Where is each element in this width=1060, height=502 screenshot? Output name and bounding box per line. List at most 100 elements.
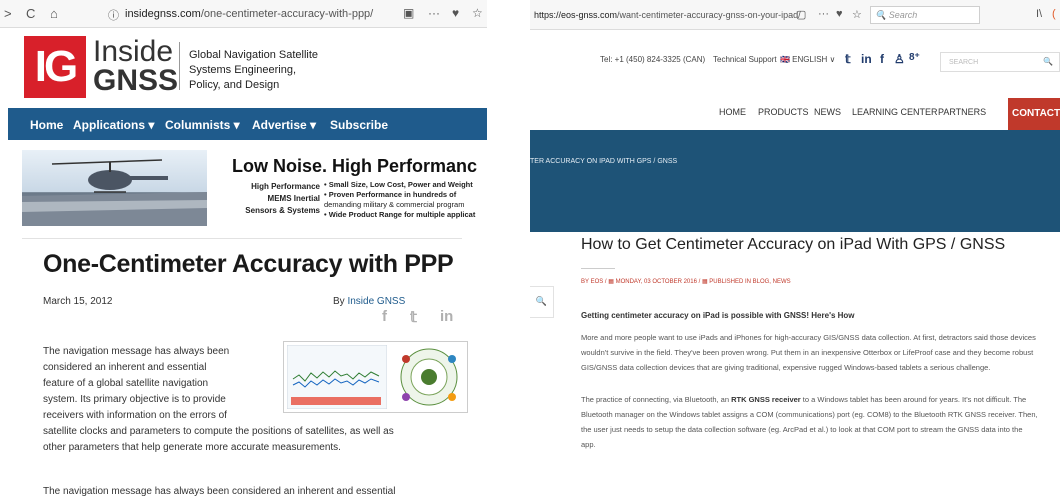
paragraph-line: considered an inherent and essential [43, 362, 207, 373]
account-icon[interactable]: ( [1052, 8, 1056, 20]
sidebar-search-button[interactable]: 🔍 [530, 286, 554, 318]
article-paragraph-continued: satellite clocks and parameters to compu… [43, 424, 468, 456]
figure-diagram [400, 348, 458, 406]
nav-partners[interactable]: PARTNERS [938, 107, 986, 117]
url-domain: insidegnss.com [125, 8, 201, 20]
breadcrumb: TER ACCURACY ON IPAD WITH GPS / GNSS [530, 158, 678, 165]
article-paragraph: The navigation message has always been c… [43, 344, 278, 424]
paragraph-text: to a Windows tablet has been around for … [800, 395, 1027, 404]
google-plus-icon[interactable]: 8⁺ [909, 52, 920, 63]
pocket-icon[interactable]: ♥ [452, 6, 459, 20]
url-domain: https://eos-gnss.com [534, 10, 618, 20]
article-byline: By Inside GNSS [333, 296, 405, 307]
twitter-icon[interactable]: 𝕥 [845, 52, 851, 66]
url-bar[interactable]: insidegnss.com/one-centimeter-accuracy-w… [125, 8, 373, 20]
ad-bullet: • Small Size, Low Cost, Power and Weight [324, 180, 473, 189]
tagline-line: Systems Engineering, [189, 64, 296, 76]
browser-search-input[interactable]: 🔍 Search [870, 6, 980, 24]
info-icon[interactable]: ⓘ [108, 7, 119, 23]
figure-time-series [287, 345, 387, 409]
reader-icon[interactable]: ▣ [403, 6, 414, 20]
paragraph-text: The practice of connecting, via Bluetoot… [581, 395, 732, 404]
tagline-line: Policy, and Design [189, 79, 280, 91]
menu-home[interactable]: Home [30, 118, 63, 132]
ig-logo-mark[interactable]: IG [24, 36, 86, 98]
url-path: /one-centimeter-accuracy-with-ppp/ [200, 8, 374, 20]
contact-button[interactable]: CONTACT [1008, 98, 1060, 130]
menu-advertise[interactable]: Advertise ▾ [252, 118, 316, 132]
ad-title: Low Noise. High Performanc [232, 156, 478, 176]
nav-learning-center[interactable]: LEARNING CENTER [852, 107, 938, 117]
site-topbar: Tel: +1 (450) 824-3325 (CAN) Technical S… [600, 52, 1060, 72]
paragraph-line: wouldn't survive in the field. They've b… [581, 348, 1034, 357]
youtube-icon[interactable]: ♙ [894, 52, 905, 66]
byline-by: By [333, 296, 345, 307]
site-search-placeholder: SEARCH [949, 59, 979, 66]
nav-news[interactable]: NEWS [814, 107, 841, 117]
search-icon[interactable]: 🔍 [1043, 57, 1053, 66]
article-figure[interactable] [283, 341, 468, 413]
paragraph-line: satellite clocks and parameters to compu… [43, 426, 394, 437]
page-title: How to Get Centimeter Accuracy on iPad W… [581, 236, 1006, 253]
language-selector[interactable]: 🇬🇧 ENGLISH ∨ [780, 55, 835, 64]
article-paragraph: More and more people want to use iPads a… [581, 330, 1060, 375]
ad-bullets: • Small Size, Low Cost, Power and Weight… [324, 180, 487, 220]
reader-icon[interactable]: ▢ [796, 8, 806, 21]
technical-support-link[interactable]: Technical Support [713, 55, 777, 64]
ad-left-line: Sensors & Systems [245, 206, 320, 215]
ad-banner[interactable]: Low Noise. High Performanc High Performa… [22, 150, 487, 228]
paragraph-line: More and more people want to use iPads a… [581, 333, 1036, 342]
logo-divider [179, 42, 180, 90]
author-link[interactable]: Inside GNSS [347, 296, 405, 307]
browser-toolbar: https://eos-gnss.com/want-centimeter-acc… [530, 0, 1060, 30]
more-icon[interactable]: ··· [428, 6, 440, 20]
article-paragraph: The navigation message has always been c… [43, 486, 396, 497]
ad-left-line: MEMS Inertial [267, 194, 320, 203]
paragraph-line: feature of a global satellite navigation [43, 378, 209, 389]
url-bar[interactable]: https://eos-gnss.com/want-centimeter-acc… [534, 10, 801, 20]
linkedin-icon[interactable]: in [861, 52, 872, 66]
home-icon[interactable]: ⌂ [50, 6, 58, 21]
reload-icon[interactable]: C [26, 6, 35, 21]
logo-word-gnss[interactable]: GNSS [93, 64, 178, 98]
star-icon[interactable]: ☆ [852, 8, 862, 21]
site-tagline: Global Navigation Satellite Systems Engi… [189, 48, 339, 93]
twitter-icon[interactable]: 𝕥 [410, 308, 417, 326]
nav-products[interactable]: PRODUCTS [758, 107, 809, 117]
menu-applications[interactable]: Applications ▾ [73, 118, 154, 132]
phone-number[interactable]: Tel: +1 (450) 824-3325 (CAN) [600, 55, 705, 64]
star-icon[interactable]: ☆ [472, 6, 483, 20]
tagline-line: Global Navigation Satellite [189, 49, 319, 61]
title-underline [581, 268, 615, 269]
back-icon[interactable]: > [4, 6, 12, 21]
page-banner [530, 130, 1060, 232]
article-title: One-Centimeter Accuracy with PPP [43, 250, 454, 278]
paragraph-line: receivers with information on the errors… [43, 410, 227, 421]
facebook-icon[interactable]: f [880, 52, 884, 66]
paragraph-line: app. [581, 440, 596, 449]
site-search-input[interactable]: SEARCH 🔍 [940, 52, 1060, 72]
ad-bullet: demanding military & commercial program [324, 200, 465, 209]
article-date: March 15, 2012 [43, 296, 113, 307]
nav-home[interactable]: HOME [719, 107, 746, 117]
right-screenshot: https://eos-gnss.com/want-centimeter-acc… [530, 0, 1060, 502]
ad-left-text: High Performance MEMS Inertial Sensors &… [232, 181, 320, 217]
more-icon[interactable]: ··· [818, 8, 829, 20]
library-icon[interactable]: I\ [1036, 8, 1042, 20]
main-menu: Home Applications ▾ Columnists ▾ Adverti… [8, 108, 487, 140]
article-paragraph: The practice of connecting, via Bluetoot… [581, 392, 1060, 452]
paragraph-line: The practice of connecting, via Bluetoot… [581, 392, 1060, 407]
paragraph-line: other parameters that help generate more… [43, 442, 341, 453]
browser-toolbar: > C ⌂ ⓘ insidegnss.com/one-centimeter-ac… [0, 0, 487, 28]
paragraph-line: The navigation message has always been [43, 346, 230, 357]
article-heading: Getting centimeter accuracy on iPad is p… [581, 311, 855, 320]
menu-columnists[interactable]: Columnists ▾ [165, 118, 240, 132]
url-path: /want-centimeter-accuracy-gnss-on-your-i… [617, 10, 801, 20]
paragraph-line: GIS/GNSS data collection devices that ar… [581, 363, 991, 372]
menu-subscribe[interactable]: Subscribe [330, 118, 388, 132]
facebook-icon[interactable]: f [382, 308, 387, 325]
rtk-receiver-link[interactable]: RTK GNSS receiver [731, 395, 801, 404]
linkedin-icon[interactable]: in [440, 308, 453, 325]
pocket-icon[interactable]: ♥ [836, 8, 843, 20]
divider [22, 238, 462, 239]
